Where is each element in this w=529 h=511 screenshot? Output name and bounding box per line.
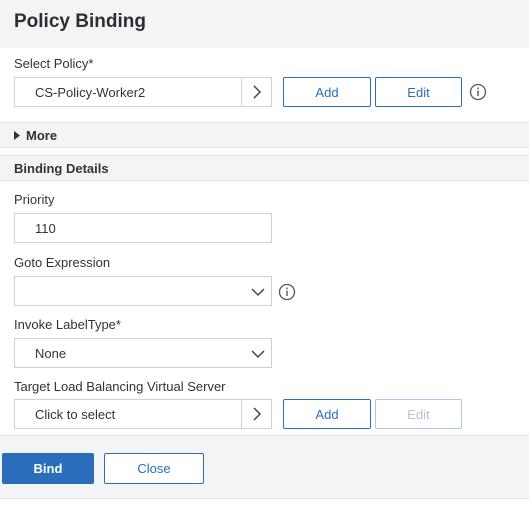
edit-vserver-button: Edit	[375, 399, 462, 429]
target-lb-vserver-label: Target Load Balancing Virtual Server	[14, 379, 226, 394]
edit-policy-button[interactable]: Edit	[375, 77, 462, 107]
select-policy-value: CS-Policy-Worker2	[35, 85, 146, 100]
invoke-labeltype-value: None	[35, 346, 67, 361]
bind-button[interactable]: Bind	[2, 453, 94, 484]
target-lb-vserver-open-button[interactable]	[241, 400, 271, 428]
caret-right-icon	[14, 131, 20, 140]
priority-value: 110	[35, 221, 56, 236]
chevron-right-icon	[252, 407, 261, 421]
select-policy-open-button[interactable]	[241, 78, 271, 106]
binding-details-section: Binding Details	[0, 155, 529, 181]
info-icon[interactable]	[469, 83, 487, 101]
priority-label: Priority	[14, 192, 55, 207]
dialog-header: Policy Binding	[0, 0, 529, 48]
more-label: More	[26, 128, 58, 143]
binding-details-label: Binding Details	[14, 161, 109, 176]
target-lb-vserver-field[interactable]: Click to select	[14, 399, 272, 429]
priority-input[interactable]: 110	[14, 213, 272, 243]
invoke-labeltype-label: Invoke LabelType*	[14, 317, 121, 332]
goto-expression-label: Goto Expression	[14, 255, 111, 270]
goto-expression-select[interactable]	[14, 276, 272, 306]
invoke-labeltype-select[interactable]: None	[14, 338, 272, 368]
page-title: Policy Binding	[14, 11, 146, 32]
select-policy-field[interactable]: CS-Policy-Worker2	[14, 77, 272, 107]
target-lb-vserver-value: Click to select	[35, 407, 116, 422]
close-button[interactable]: Close	[104, 453, 204, 484]
chevron-down-icon	[251, 288, 265, 297]
dialog-footer: Bind Close	[0, 435, 529, 499]
chevron-down-icon	[251, 350, 265, 359]
more-toggle[interactable]: More	[0, 122, 529, 148]
info-icon[interactable]	[278, 283, 296, 301]
add-policy-button[interactable]: Add	[283, 77, 371, 107]
chevron-right-icon	[252, 85, 261, 99]
add-vserver-button[interactable]: Add	[283, 399, 371, 429]
select-policy-label: Select Policy*	[14, 56, 94, 71]
